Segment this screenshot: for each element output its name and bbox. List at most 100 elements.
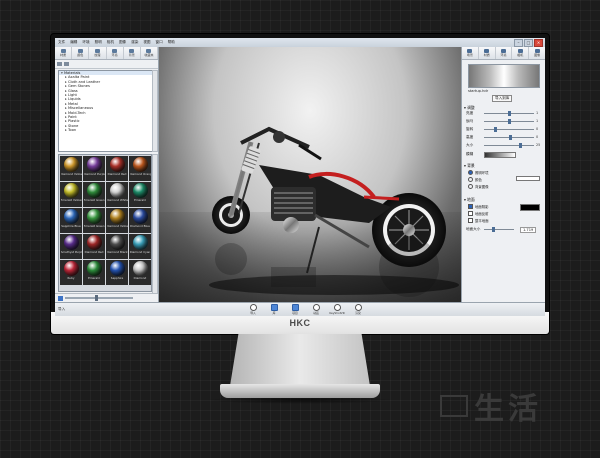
material-thumbnail[interactable]: Emerald Green [83,208,105,233]
toolbar-button[interactable]: KeyShotVR [329,304,345,315]
toolbar-button[interactable]: 导入 [247,304,259,315]
material-thumbnail[interactable]: Diamond Red [83,234,105,259]
properties-tab[interactable]: 相机 [512,47,530,59]
properties-tab[interactable]: 环境 [496,47,513,59]
tree-scrollbar[interactable] [152,70,158,152]
material-thumbnail[interactable]: Diamond Purple [83,156,105,181]
material-thumbnail[interactable]: Diamond Black [106,234,128,259]
ground-color-swatch[interactable] [520,204,540,211]
checkbox-icon [468,218,473,223]
material-thumbnail[interactable]: Diamond White [106,182,128,207]
background-option[interactable]: 颜色 [468,177,482,182]
slider-knob[interactable] [494,127,497,132]
material-thumbnail[interactable]: Emerald Green [83,182,105,207]
close-button[interactable]: × [534,39,543,47]
ground-size-slider[interactable] [484,227,514,232]
render-viewport[interactable] [159,47,461,302]
import-to-library-button[interactable]: 导入到库 [492,95,513,102]
folder-icon[interactable] [57,62,62,66]
material-thumbnail[interactable]: Amethyst Purple [60,234,82,259]
material-thumbnail[interactable]: Ruby [60,260,82,285]
material-thumbnail[interactable]: Sapphire [106,260,128,285]
thumbnail-scrollbar[interactable] [152,154,158,294]
radio-icon [468,177,473,182]
tree-item[interactable]: Toon [59,128,153,132]
menu-item[interactable]: 文件 [58,40,65,45]
environment-preview[interactable] [468,64,540,88]
ground-section-header[interactable]: 地面 [464,197,475,203]
material-ball-icon [86,209,102,224]
background-option[interactable]: 照明环境 [468,170,489,175]
blur-gradient-bar[interactable] [484,152,516,158]
adjust-slider[interactable] [484,119,534,124]
background-section-header[interactable]: 背景 [464,163,475,169]
material-ball-icon [63,183,79,198]
slider-value[interactable]: 25 [536,143,540,147]
slider-knob[interactable] [509,135,512,140]
library-tab[interactable]: 背景 [124,47,141,59]
ground-size-value[interactable]: 1.719 [520,227,537,233]
material-thumbnail[interactable]: Emerald Yellow [60,182,82,207]
material-thumbnail[interactable]: Diamond Red [106,156,128,181]
ground-option[interactable]: 整平地面 [468,218,489,223]
thumbnail-size-slider[interactable] [65,295,133,301]
properties-tab-label: 材质 [483,53,490,57]
material-thumbnail[interactable]: Diamond Yellow [106,208,128,233]
material-thumbnail[interactable]: Diamond Cyan [129,234,151,259]
library-tab[interactable]: 环境 [107,47,124,59]
menu-item[interactable]: 视图 [143,40,150,45]
library-tab[interactable]: 材质 [55,47,73,59]
material-thumbnail[interactable]: Diamond Yellow [60,156,82,181]
library-tab[interactable]: 纹理 [89,47,107,59]
menu-item[interactable]: 窗口 [156,40,163,45]
refresh-icon[interactable] [64,62,69,66]
minimize-button[interactable]: – [514,39,523,47]
menu-item[interactable]: 照明 [95,40,102,45]
slider-value[interactable]: 1 [536,111,538,115]
toolbar-button[interactable]: 渲染 [352,304,364,315]
material-thumbnail[interactable]: Sapphire Blue [60,208,82,233]
menu-item[interactable]: 相机 [107,40,114,45]
material-thumbnail[interactable]: Diamond [129,260,151,285]
library-tab[interactable]: 颜色 [72,47,90,59]
background-color-swatch[interactable] [516,176,540,181]
tree-items: Axalta PaintCloth and LeatherGem StonesG… [59,75,153,132]
adjust-slider[interactable] [484,127,534,132]
material-thumbnail[interactable]: Diamond Blue [129,208,151,233]
grid-view-icon[interactable] [58,295,63,301]
menu-item[interactable]: 帮助 [168,40,175,45]
slider-value[interactable]: 1 [536,119,538,123]
ground-option[interactable]: 地面阴影 [468,204,489,209]
slider-knob[interactable] [508,111,511,116]
menu-item[interactable]: 环境 [82,40,89,45]
toolbar-button-label: 渲染 [355,311,361,315]
adjust-slider[interactable] [484,143,534,148]
menu-bar: 文件 编辑 环境 照明 相机 图像 渲染 视图 窗口 帮助 – □ × [55,38,545,47]
material-tree[interactable]: Materials Axalta PaintCloth and LeatherG… [58,70,154,152]
slider-knob[interactable] [519,143,522,148]
menu-item[interactable]: 编辑 [70,40,77,45]
adjust-slider[interactable] [484,111,534,116]
menu-item[interactable]: 渲染 [131,40,138,45]
material-thumbnail[interactable]: Diamond Orange [129,156,151,181]
properties-tab[interactable]: 场景 [462,47,479,59]
properties-tab[interactable]: 图像 [529,47,545,59]
background-option[interactable]: 背景图像 [468,184,489,189]
material-thumbnail[interactable]: Emerald [129,182,151,207]
maximize-button[interactable]: □ [524,39,533,47]
menu-item[interactable]: 图像 [119,40,126,45]
slider-knob[interactable] [508,119,511,124]
properties-tab[interactable]: 材质 [479,47,496,59]
ground-size-label: 地面大小 [466,227,481,231]
slider-value[interactable]: 0 [536,135,538,139]
toolbar-button[interactable]: 项目 [289,304,301,315]
slider-value[interactable]: 0 [536,127,538,131]
toolbar-button[interactable]: 库 [268,304,280,315]
ground-option[interactable]: 地面反射 [468,211,489,216]
toolbar-button-label: KeyShotVR [329,311,345,315]
material-thumbnail[interactable]: Emerald [83,260,105,285]
adjust-slider[interactable] [484,135,534,140]
checkbox-icon [468,204,473,209]
toolbar-button[interactable]: 动画 [310,304,322,315]
library-tab[interactable]: 收藏夹 [141,47,159,59]
